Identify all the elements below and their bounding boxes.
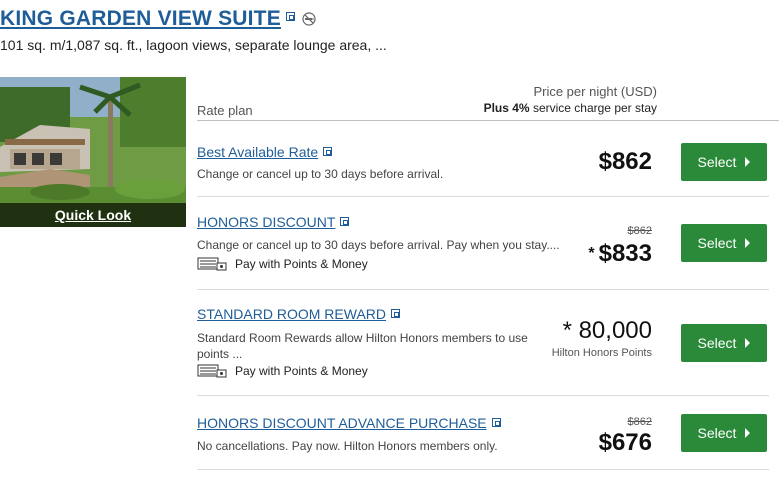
rate-row-advance-purchase: HONORS DISCOUNT ADVANCE PURCHASE No canc… <box>197 396 779 470</box>
caret-right-icon <box>745 238 751 248</box>
service-charge-amount: Plus 4% <box>483 101 530 115</box>
rate-row-standard-reward: STANDARD ROOM REWARD Standard Room Rewar… <box>197 290 779 396</box>
original-price: $862 <box>627 416 652 428</box>
rate-plan-description-line: points ... <box>197 347 243 361</box>
pay-points-money[interactable]: Pay with Points & Money <box>197 257 368 271</box>
service-charge-text: service charge per stay <box>529 101 657 115</box>
no-smoking-icon <box>302 12 316 26</box>
rate-plan-description-line: Standard Room Rewards allow Hilton Honor… <box>197 331 528 345</box>
row-divider <box>197 469 769 470</box>
rate-plan-header: Rate plan <box>197 103 253 118</box>
external-link-icon[interactable] <box>340 217 350 226</box>
original-price: $862 <box>627 225 652 237</box>
external-link-icon[interactable] <box>391 309 400 318</box>
rate-plan-name[interactable]: Best Available Rate <box>197 144 318 160</box>
price-per-night-header: Price per night (USD) <box>533 84 657 99</box>
select-button[interactable]: Select <box>681 224 767 262</box>
room-title-link[interactable]: KING GARDEN VIEW SUITE <box>0 7 281 31</box>
select-label: Select <box>697 235 737 251</box>
rate-plan-link[interactable]: HONORS DISCOUNT ADVANCE PURCHASE <box>197 415 501 431</box>
points-price: * 80,000 <box>562 317 652 344</box>
pay-points-money-label: Pay with Points & Money <box>235 364 368 378</box>
rate-plan-description: Change or cancel up to 30 days before ar… <box>197 238 560 252</box>
quick-look-bar: Quick Look <box>0 203 186 227</box>
room-photo[interactable]: Quick Look <box>0 77 186 227</box>
rate-row-best-available: Best Available Rate Change or cancel up … <box>197 121 779 197</box>
rate-plan-name[interactable]: STANDARD ROOM REWARD <box>197 306 386 322</box>
room-description: 101 sq. m/1,087 sq. ft., lagoon views, s… <box>0 37 387 53</box>
caret-right-icon <box>745 428 751 438</box>
select-label: Select <box>697 335 737 351</box>
rate-price-value: $833 <box>598 240 652 267</box>
price-asterisk: * <box>588 245 595 262</box>
pay-points-money[interactable]: Pay with Points & Money <box>197 364 368 378</box>
select-label: Select <box>697 425 737 441</box>
select-button[interactable]: Select <box>681 414 767 452</box>
select-button[interactable]: Select <box>681 143 767 181</box>
room-title-row: KING GARDEN VIEW SUITE <box>0 6 316 32</box>
caret-right-icon <box>745 157 751 167</box>
rate-plan-description: No cancellations. Pay now. Hilton Honors… <box>197 439 498 453</box>
rate-plan-link[interactable]: Best Available Rate <box>197 144 333 160</box>
rate-plan-link[interactable]: HONORS DISCOUNT <box>197 214 350 230</box>
rate-price: $676 <box>598 429 652 456</box>
external-link-icon[interactable] <box>323 147 333 156</box>
rate-price: $862 <box>598 148 652 175</box>
caret-right-icon <box>745 338 751 348</box>
rate-price: * $833 <box>588 240 652 268</box>
rate-row-honors-discount: HONORS DISCOUNT Change or cancel up to 3… <box>197 197 779 290</box>
select-button[interactable]: Select <box>681 324 767 362</box>
external-link-icon[interactable] <box>491 418 501 427</box>
pay-points-money-label: Pay with Points & Money <box>235 257 368 271</box>
points-unit: Hilton Honors Points <box>551 347 652 359</box>
points-money-icon <box>197 364 227 378</box>
quick-look-link[interactable]: Quick Look <box>55 207 131 223</box>
external-link-icon[interactable] <box>285 11 295 21</box>
rate-plan-name[interactable]: HONORS DISCOUNT ADVANCE PURCHASE <box>197 415 487 431</box>
rate-plan-link[interactable]: STANDARD ROOM REWARD <box>197 306 400 322</box>
rate-plan-description: Standard Room Rewards allow Hilton Honor… <box>197 330 528 362</box>
points-money-icon <box>197 257 227 271</box>
rate-plan-name[interactable]: HONORS DISCOUNT <box>197 214 335 230</box>
service-charge-note: Plus 4% service charge per stay <box>484 101 657 115</box>
select-label: Select <box>697 154 737 170</box>
rate-plan-description: Change or cancel up to 30 days before ar… <box>197 167 444 181</box>
